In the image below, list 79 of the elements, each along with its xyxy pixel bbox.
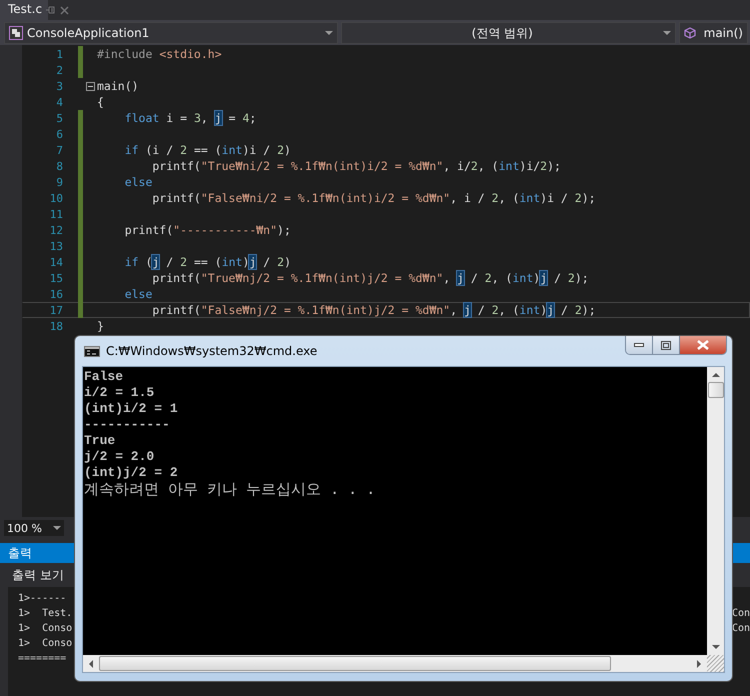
code-line: printf("True₩nj/2 = %.1f₩n(int)j/2 = %d₩n", j / 2, (int)j / 2); — [151, 271, 589, 285]
close-icon[interactable] — [60, 6, 70, 14]
window-title: C:₩Windows₩system32₩cmd.exe — [106, 344, 318, 358]
minimize-button[interactable] — [626, 336, 652, 354]
output-line: ======== — [18, 652, 68, 666]
code-line: main() — [97, 79, 139, 93]
line-number: 5 — [55, 112, 64, 124]
maximize-icon — [661, 340, 671, 350]
line-number: 9 — [55, 176, 64, 188]
caret-icon — [324, 31, 333, 35]
output-line: 1> Conso — [18, 637, 72, 651]
console-output-line: False — [84, 369, 124, 385]
console-output-line: (int)j/2 = 2 — [84, 465, 179, 481]
line-number: 14 — [48, 256, 64, 268]
code-line: printf("True₩ni/2 = %.1f₩n(int)i/2 = %d₩n", i/2, (int)i/2); — [151, 159, 561, 173]
console-prompt: 계속하려면 아무 키나 누르십시오 . . . — [84, 481, 376, 498]
output-line: Con — [732, 607, 750, 621]
line-number: 12 — [48, 224, 64, 236]
output-source-label: 출력 보기 — [12, 566, 64, 584]
document-tab[interactable]: Test.c — [0, 0, 48, 20]
line-number: 10 — [48, 192, 64, 204]
line-number: 6 — [55, 128, 64, 140]
scroll-up-icon[interactable] — [712, 373, 720, 377]
line-number: 17 — [48, 304, 64, 316]
resize-grip-icon[interactable] — [707, 655, 724, 672]
code-line: #include <stdio.h> — [97, 47, 222, 61]
project-icon — [9, 26, 23, 40]
console-output-line: (int)i/2 = 1 — [84, 401, 179, 417]
line-number: 3 — [55, 80, 64, 92]
panel-title: 출력 — [8, 544, 32, 562]
output-line: 1>------ — [18, 592, 68, 606]
line-number: 1 — [55, 48, 64, 60]
console-icon — [84, 346, 100, 356]
code-line: printf("False₩nj/2 = %.1f₩n(int)j/2 = %d₩n", j / 2, (int)j / 2); — [151, 303, 596, 317]
line-number: 13 — [48, 240, 64, 252]
line-number: 4 — [55, 96, 64, 108]
code-line: printf("False₩ni/2 = %.1f₩n(int)i/2 = %d₩n", i / 2, (int)i / 2); — [151, 191, 596, 205]
scroll-right-icon[interactable] — [697, 660, 701, 668]
console-output-line: True — [84, 433, 116, 449]
zoom-dropdown[interactable]: 100 % — [4, 520, 64, 536]
member-dropdown[interactable]: main() — [678, 22, 748, 44]
code-line: printf("-----------₩n"); — [124, 223, 291, 237]
pin-icon[interactable] — [46, 6, 56, 14]
output-line: Con — [732, 622, 750, 636]
cube-icon — [684, 27, 696, 39]
code-line: float i = 3, j = 4; — [124, 111, 256, 125]
code-line: else — [124, 287, 152, 301]
line-number: 18 — [48, 320, 64, 332]
collapse-icon[interactable] — [86, 82, 94, 90]
console-output-line: j/2 = 2.0 — [84, 449, 156, 465]
line-number: 2 — [55, 64, 64, 76]
scope-dropdown[interactable]: (전역 범위) — [340, 22, 676, 44]
code-line: } — [97, 319, 104, 333]
line-number: 16 — [48, 288, 64, 300]
output-line: 1> Conso — [18, 622, 72, 636]
line-number: 11 — [48, 208, 64, 220]
scrollbar-thumb[interactable] — [99, 656, 611, 671]
caret-icon — [53, 526, 61, 530]
line-number: 8 — [55, 160, 64, 172]
code-line: if (j / 2 == (int)j / 2) — [124, 255, 291, 269]
project-dropdown[interactable]: ConsoleApplication1 — [4, 22, 338, 44]
close-button[interactable] — [679, 336, 726, 354]
console-output-line: i/2 = 1.5 — [84, 385, 156, 401]
code-line: if (i / 2 == (int)i / 2) — [124, 143, 291, 157]
console-output-line: ----------- — [84, 417, 171, 433]
line-number: 15 — [48, 272, 64, 284]
scroll-down-icon[interactable] — [712, 645, 720, 649]
line-number: 7 — [55, 144, 64, 156]
output-line: 1> Test. — [18, 607, 72, 621]
scrollbar-thumb[interactable] — [708, 382, 724, 398]
code-line: else — [124, 175, 152, 189]
maximize-button[interactable] — [652, 336, 679, 354]
minimize-icon — [634, 343, 644, 347]
vertical-scrollbar[interactable] — [707, 367, 724, 655]
close-icon — [697, 340, 709, 350]
code-line: { — [97, 95, 104, 109]
scroll-left-icon[interactable] — [89, 660, 93, 668]
caret-icon — [662, 31, 671, 35]
horizontal-scrollbar[interactable] — [83, 655, 707, 672]
